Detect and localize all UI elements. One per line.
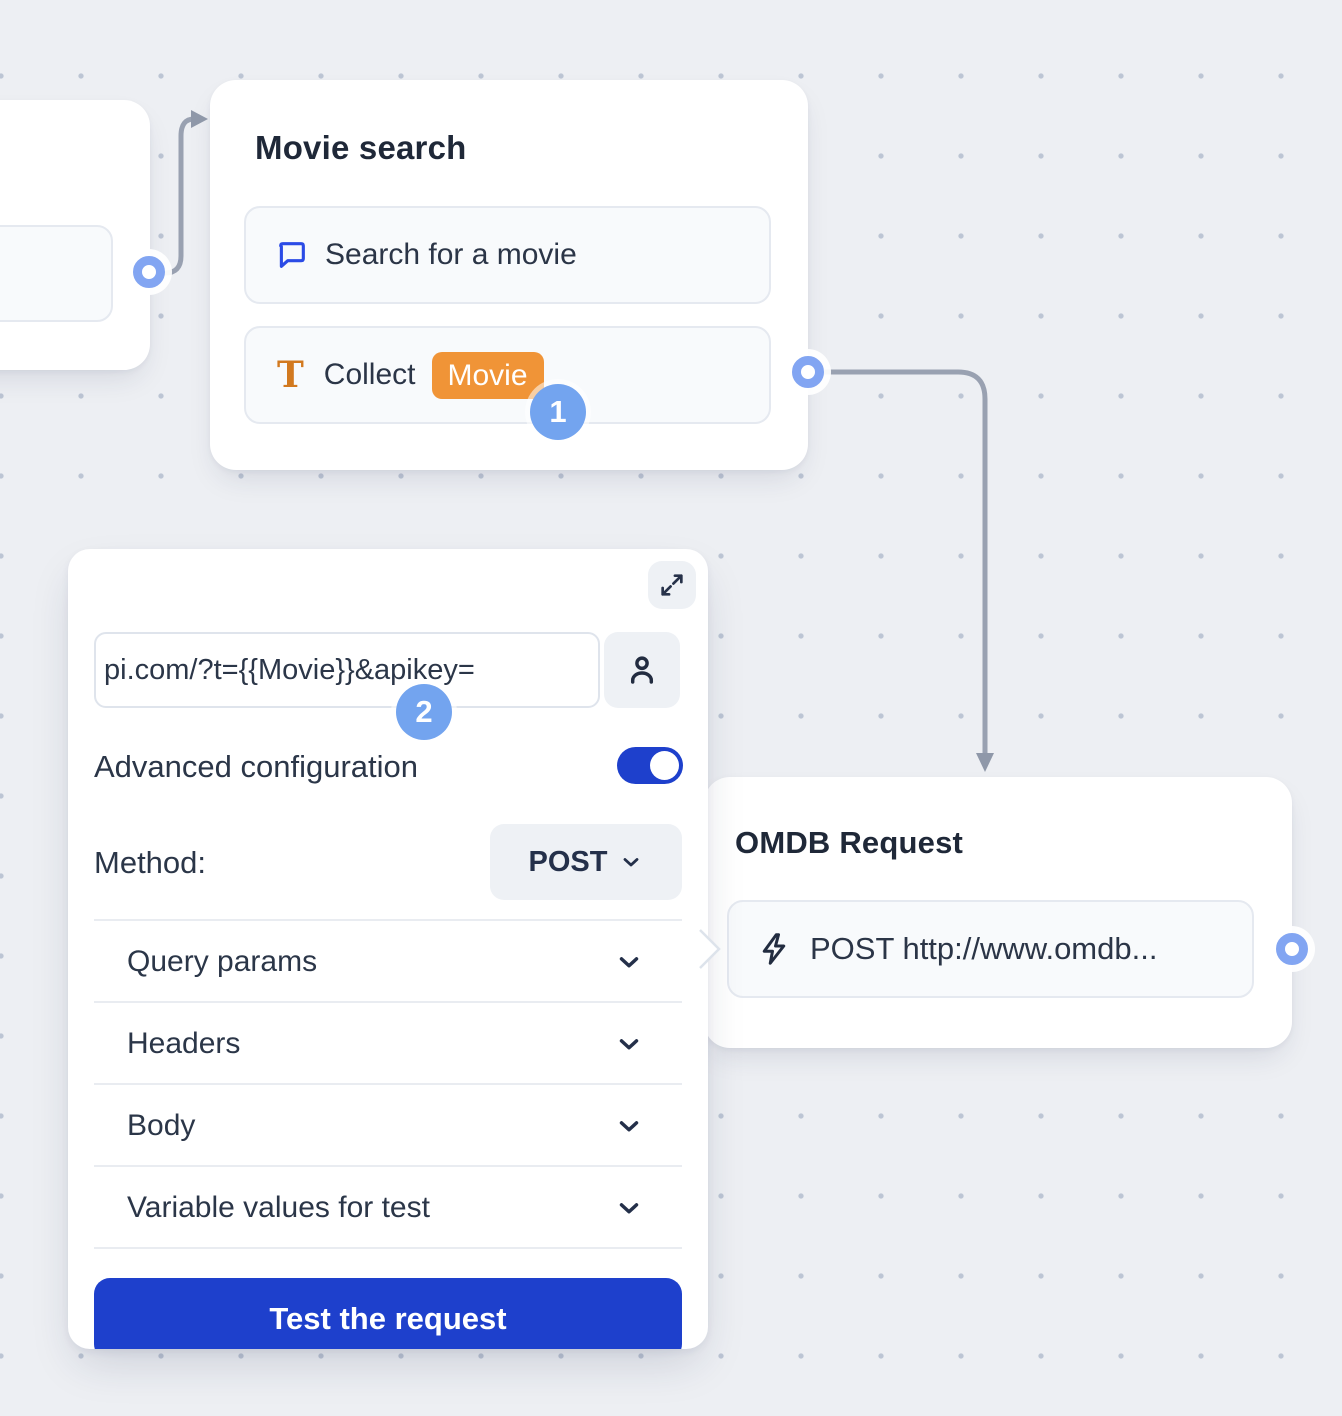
input-port-notch[interactable] xyxy=(698,927,724,971)
expand-diagonal-icon xyxy=(658,571,686,599)
webhook-config-panel: pi.com/?t={{Movie}}&apikey= Advanced con… xyxy=(68,549,708,1349)
section-label: Body xyxy=(127,1109,195,1143)
section-label: Query params xyxy=(127,945,317,979)
partial-node-block[interactable] xyxy=(0,225,113,322)
test-request-button[interactable]: Test the request xyxy=(94,1278,682,1349)
chevron-down-icon xyxy=(614,1111,644,1141)
text-input-icon: T xyxy=(277,357,304,393)
url-input-value: pi.com/?t={{Movie}}&apikey= xyxy=(104,654,475,686)
message-block-label: Search for a movie xyxy=(325,238,577,272)
output-port[interactable] xyxy=(792,356,824,388)
person-icon xyxy=(624,652,660,688)
webhook-block-label: POST http://www.omdb... xyxy=(810,931,1157,967)
method-select[interactable]: POST xyxy=(490,824,682,900)
test-request-button-label: Test the request xyxy=(269,1301,506,1337)
toggle-knob xyxy=(650,751,679,780)
chevron-down-icon xyxy=(614,1193,644,1223)
variable-chip[interactable]: Movie xyxy=(432,352,544,399)
person-button[interactable] xyxy=(604,632,680,708)
node-title: OMDB Request xyxy=(735,825,963,861)
url-input[interactable]: pi.com/?t={{Movie}}&apikey= xyxy=(94,632,600,708)
step-badge-2: 2 xyxy=(396,684,452,740)
output-port[interactable] xyxy=(1276,933,1308,965)
section-body[interactable]: Body xyxy=(94,1085,682,1167)
section-query-params[interactable]: Query params xyxy=(94,921,682,1003)
webhook-block[interactable]: POST http://www.omdb... xyxy=(727,900,1254,998)
step-badge-1: 1 xyxy=(530,384,586,440)
advanced-configuration-toggle[interactable] xyxy=(617,747,683,784)
lightning-icon xyxy=(756,931,792,967)
output-port[interactable] xyxy=(133,256,165,288)
movie-search-node[interactable]: Movie search Search for a movie T Collec… xyxy=(210,80,808,470)
section-headers[interactable]: Headers xyxy=(94,1003,682,1085)
chevron-down-icon xyxy=(619,850,643,874)
chat-bubble-icon xyxy=(275,238,309,272)
message-block[interactable]: Search for a movie xyxy=(244,206,771,304)
chevron-down-icon xyxy=(614,947,644,977)
section-label: Variable values for test xyxy=(127,1191,430,1225)
method-value: POST xyxy=(529,846,608,879)
advanced-configuration-label: Advanced configuration xyxy=(94,749,418,785)
omdb-request-node[interactable]: OMDB Request POST http://www.omdb... xyxy=(704,777,1292,1048)
section-label: Headers xyxy=(127,1027,240,1061)
node-title: Movie search xyxy=(255,129,467,167)
expand-button[interactable] xyxy=(648,561,696,609)
method-label: Method: xyxy=(94,845,206,881)
section-variable-values[interactable]: Variable values for test xyxy=(94,1167,682,1249)
partial-node[interactable] xyxy=(0,100,150,370)
divider xyxy=(94,1247,682,1249)
collect-block[interactable]: T Collect Movie xyxy=(244,326,771,424)
chevron-down-icon xyxy=(614,1029,644,1059)
collect-block-label: Collect xyxy=(324,358,416,392)
flow-canvas[interactable]: Movie search Search for a movie T Collec… xyxy=(0,0,1342,1416)
